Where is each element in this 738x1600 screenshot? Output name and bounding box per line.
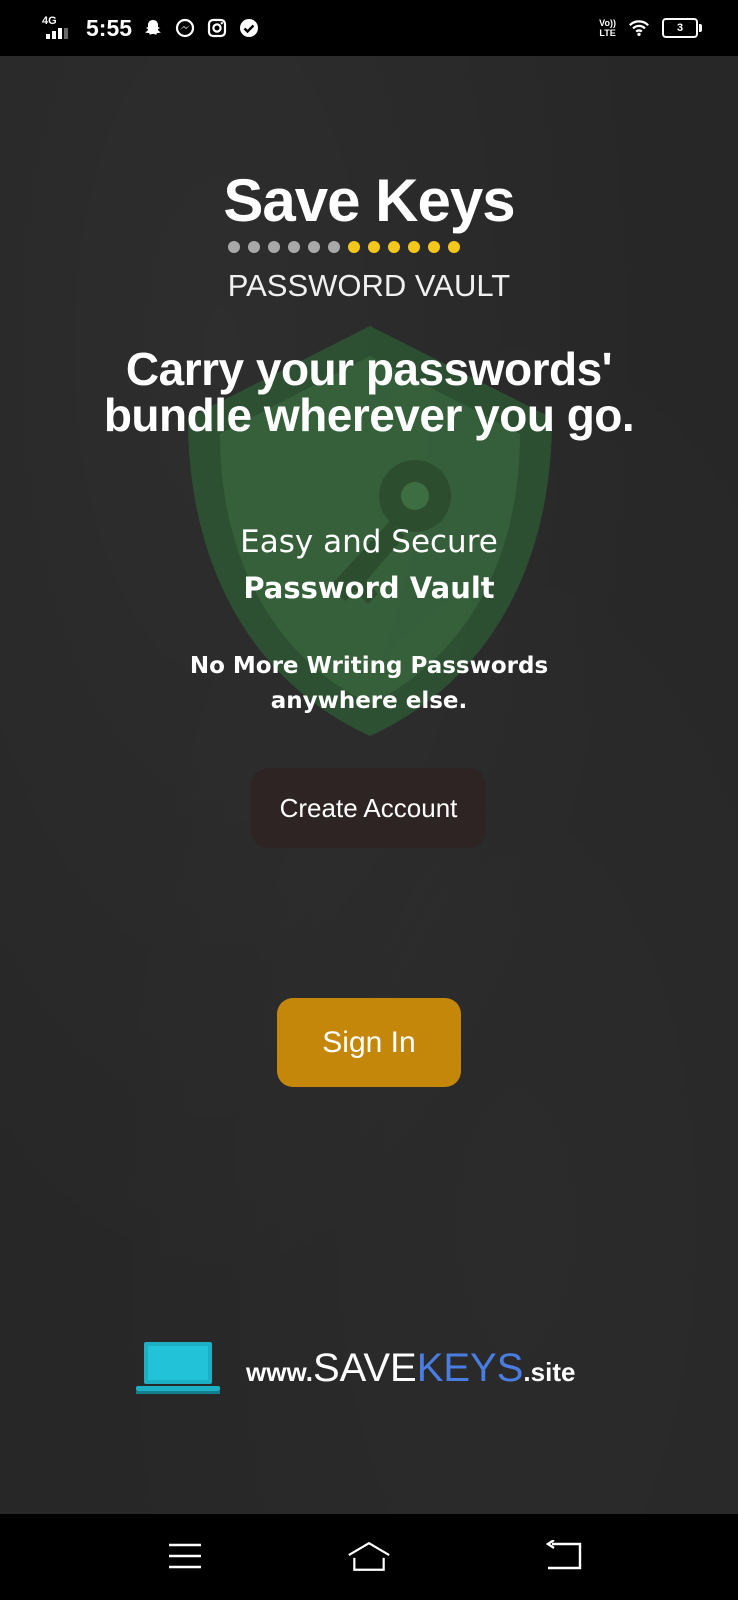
brand-dot — [428, 241, 440, 253]
instagram-icon — [206, 17, 228, 39]
website-url: www.SAVEKEYS.site — [246, 1346, 575, 1391]
network-signal-icon: 4G — [42, 15, 76, 39]
status-bar: 4G 5:55 Vo)) LTE 3 — [0, 0, 738, 56]
website-footer: www.SAVEKEYS.site — [136, 1340, 575, 1396]
url-www: www. — [246, 1356, 313, 1387]
brand-dot — [368, 241, 380, 253]
brand-dot — [328, 241, 340, 253]
create-account-button[interactable]: Create Account — [251, 768, 486, 848]
lte-label: LTE — [599, 28, 616, 38]
brand-dot — [308, 241, 320, 253]
menu-icon[interactable] — [163, 1536, 207, 1576]
brand-subtitle: PASSWORD VAULT — [227, 268, 511, 303]
url-tld: .site — [523, 1356, 576, 1387]
sign-in-button[interactable]: Sign In — [277, 998, 461, 1087]
battery-icon: 3 — [662, 18, 702, 38]
wifi-icon — [628, 17, 650, 39]
brand-dot — [408, 241, 420, 253]
brand-dot — [228, 241, 240, 253]
status-left: 4G 5:55 — [42, 15, 260, 42]
brand-dot — [268, 241, 280, 253]
brand-dot — [388, 241, 400, 253]
status-right: Vo)) LTE 3 — [599, 17, 702, 39]
headline: Carry your passwords' bundle wherever yo… — [103, 343, 635, 441]
check-circle-icon — [238, 17, 260, 39]
volte-label: Vo)) — [599, 18, 616, 28]
snapchat-icon — [142, 17, 164, 39]
back-icon[interactable] — [541, 1536, 585, 1576]
battery-level: 3 — [676, 22, 684, 34]
brand-dots — [228, 241, 460, 253]
url-keys: KEYS — [416, 1345, 524, 1390]
volte-icon: Vo)) LTE — [599, 18, 616, 38]
network-type: 4G — [42, 15, 57, 27]
note-text: No More Writing Passwords anywhere else. — [189, 653, 549, 714]
brand-dot — [348, 241, 360, 253]
clock: 5:55 — [86, 14, 133, 41]
navigation-bar — [0, 1514, 738, 1600]
tagline-line1: Easy and Secure — [240, 524, 498, 560]
brand-dot — [448, 241, 460, 253]
url-save: SAVE — [312, 1345, 417, 1390]
brand-dot — [248, 241, 260, 253]
brand-title: Save Keys — [223, 167, 515, 234]
messenger-icon — [174, 17, 196, 39]
welcome-screen: Save Keys PASSWORD VAULT Carry your pass… — [0, 56, 738, 1514]
tagline-line2: Password Vault — [243, 571, 495, 605]
laptop-icon — [136, 1342, 220, 1394]
brand-dot — [288, 241, 300, 253]
home-icon[interactable] — [347, 1536, 391, 1576]
